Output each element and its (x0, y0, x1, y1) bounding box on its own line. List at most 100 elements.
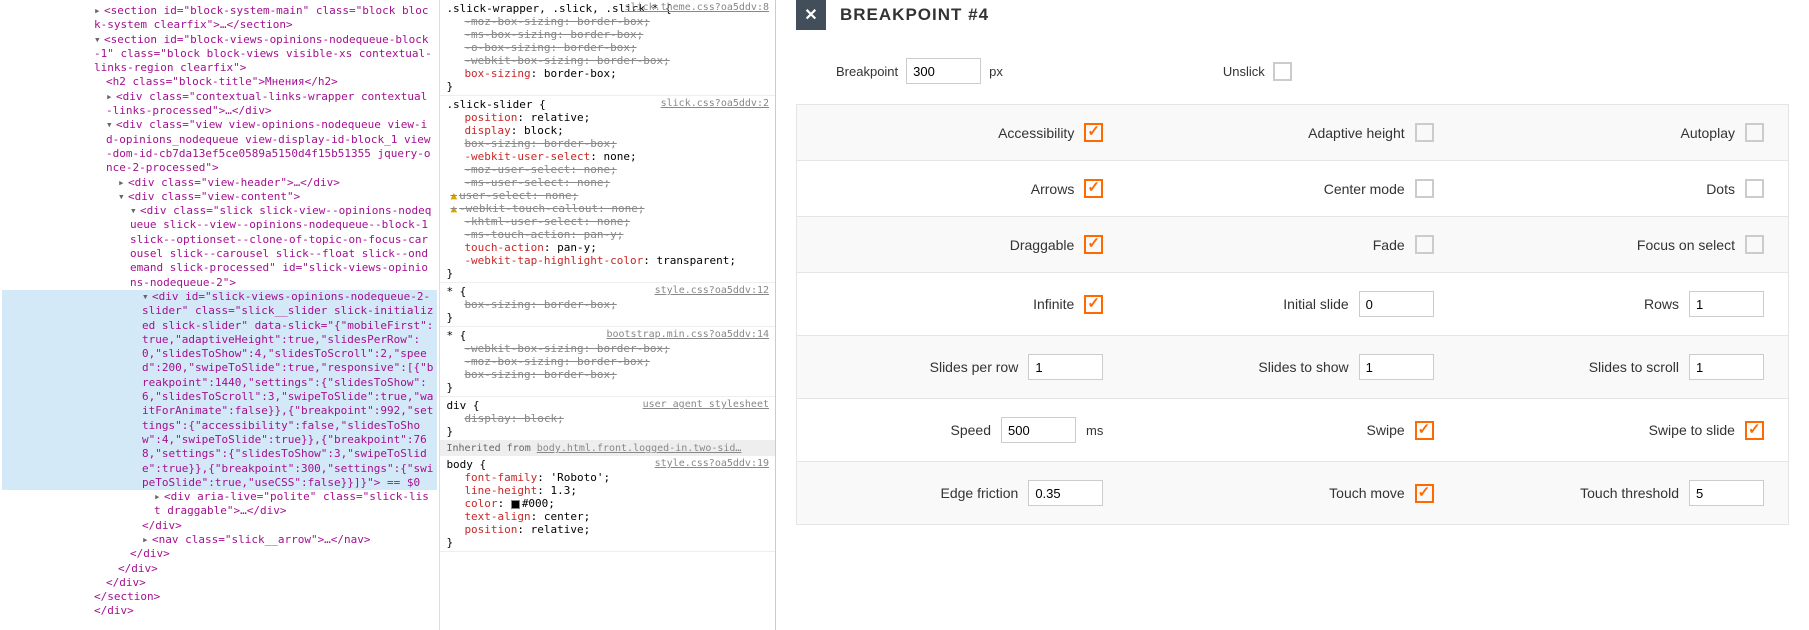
css-property[interactable]: box-sizing: border-box; (446, 137, 769, 150)
text-input[interactable] (1028, 480, 1103, 506)
devtools-panel: ▸<section id="block-system-main" class="… (0, 0, 776, 630)
dom-node[interactable]: ▾<div class="view view-opinions-nodequeu… (2, 118, 437, 175)
checkbox[interactable] (1415, 179, 1434, 198)
text-input[interactable] (1689, 480, 1764, 506)
checkbox[interactable] (1084, 179, 1103, 198)
css-property[interactable]: -webkit-box-sizing: border-box; (446, 54, 769, 67)
css-property[interactable]: font-family: 'Roboto'; (446, 471, 769, 484)
css-property[interactable]: touch-action: pan-y; (446, 241, 769, 254)
checkbox[interactable] (1745, 123, 1764, 142)
dom-node[interactable]: ▸<nav class="slick__arrow">…</nav> (2, 533, 437, 547)
css-rule[interactable]: .slick-wrapper, .slick, .slick * { slick… (440, 0, 775, 96)
checkbox[interactable] (1415, 484, 1434, 503)
breakpoint-label: Breakpoint (836, 64, 898, 79)
checkbox[interactable] (1745, 421, 1764, 440)
checkbox[interactable] (1745, 179, 1764, 198)
dom-node[interactable]: <h2 class="block-title">Мнения</h2> (2, 75, 437, 89)
css-rule[interactable]: body { style.css?oa5ddv:19font-family: '… (440, 456, 775, 552)
settings-cell: Speedms (797, 399, 1127, 461)
css-property[interactable]: display: block; (446, 124, 769, 137)
css-property[interactable]: -webkit-user-select: none; (446, 150, 769, 163)
css-property[interactable]: text-align: center; (446, 510, 769, 523)
css-property[interactable]: box-sizing: border-box; (446, 298, 769, 311)
css-rule[interactable]: .slick-slider { slick.css?oa5ddv:2positi… (440, 96, 775, 283)
dom-node[interactable]: </div> (2, 519, 437, 533)
unit-px: px (989, 64, 1003, 79)
field-label: Initial slide (1283, 296, 1348, 312)
css-source-link[interactable]: style.css?oa5ddv:12 (655, 285, 769, 296)
css-property[interactable]: ▲-webkit-touch-callout: none; (446, 202, 769, 215)
css-property[interactable]: position: relative; (446, 523, 769, 536)
color-swatch[interactable] (511, 500, 520, 509)
unslick-label: Unslick (1223, 64, 1265, 79)
dom-node[interactable]: ▾<div class="slick slick-view--opinions-… (2, 204, 437, 290)
dom-node[interactable]: </section> (2, 590, 437, 604)
checkbox[interactable] (1084, 295, 1103, 314)
checkbox[interactable] (1745, 235, 1764, 254)
css-property[interactable]: -ms-user-select: none; (446, 176, 769, 189)
text-input[interactable] (1028, 354, 1103, 380)
css-property[interactable]: -o-box-sizing: border-box; (446, 41, 769, 54)
settings-cell: Infinite (797, 273, 1127, 335)
text-input[interactable] (1001, 417, 1076, 443)
css-source-link[interactable]: user agent stylesheet (643, 399, 769, 410)
checkbox[interactable] (1084, 123, 1103, 142)
close-icon[interactable]: ✕ (796, 0, 826, 30)
css-property[interactable]: -ms-box-sizing: border-box; (446, 28, 769, 41)
checkbox[interactable] (1415, 123, 1434, 142)
css-property[interactable]: -khtml-user-select: none; (446, 215, 769, 228)
text-input[interactable] (1359, 354, 1434, 380)
css-property[interactable]: -moz-user-select: none; (446, 163, 769, 176)
css-rule[interactable]: div { user agent stylesheetdisplay: bloc… (440, 397, 775, 441)
css-property[interactable]: box-sizing: border-box; (446, 67, 769, 80)
css-source-link[interactable]: style.css?oa5ddv:19 (655, 458, 769, 469)
dom-node-selected[interactable]: ▾<div id="slick-views-opinions-nodequeue… (2, 290, 437, 490)
css-property[interactable]: color: #000; (446, 497, 769, 510)
dom-node[interactable]: </div> (2, 547, 437, 561)
dom-node[interactable]: </div> (2, 576, 437, 590)
text-input[interactable] (1689, 354, 1764, 380)
dom-node[interactable]: ▾<section id="block-views-opinions-nodeq… (2, 33, 437, 76)
css-source-link[interactable]: slick.css?oa5ddv:2 (661, 98, 769, 109)
settings-cell: Arrows (797, 161, 1127, 216)
css-property[interactable]: position: relative; (446, 111, 769, 124)
settings-cell: Edge friction (797, 462, 1127, 524)
warning-icon: ▲ (450, 202, 457, 215)
css-property[interactable]: -webkit-tap-highlight-color: transparent… (446, 254, 769, 267)
styles-panel[interactable]: .slick-wrapper, .slick, .slick * { slick… (439, 0, 775, 630)
css-rule[interactable]: * { style.css?oa5ddv:12box-sizing: borde… (440, 283, 775, 327)
css-property[interactable]: line-height: 1.3; (446, 484, 769, 497)
css-property[interactable]: -ms-touch-action: pan-y; (446, 228, 769, 241)
css-source-link[interactable]: bootstrap.min.css?oa5ddv:14 (606, 329, 769, 340)
dom-node[interactable]: ▸<div aria-live="polite" class="slick-li… (2, 490, 437, 519)
field-label: Swipe to slide (1649, 422, 1735, 438)
checkbox[interactable] (1415, 421, 1434, 440)
css-property[interactable]: display: block; (446, 412, 769, 425)
elements-tree[interactable]: ▸<section id="block-system-main" class="… (0, 0, 439, 630)
breakpoint-input[interactable] (906, 58, 981, 84)
dom-node[interactable]: ▸<div class="contextual-links-wrapper co… (2, 90, 437, 119)
unslick-field: Unslick (1223, 62, 1292, 81)
inherited-link[interactable]: body.html.front.logged-in.two-sid… (537, 443, 742, 454)
css-property[interactable]: -moz-box-sizing: border-box; (446, 15, 769, 28)
text-input[interactable] (1359, 291, 1434, 317)
unslick-checkbox[interactable] (1273, 62, 1292, 81)
dom-node[interactable]: ▸<section id="block-system-main" class="… (2, 4, 437, 33)
settings-cell: Touch move (1127, 462, 1457, 524)
css-source-link[interactable]: slick.theme.css?oa5ddv:8 (625, 2, 770, 13)
css-property[interactable]: box-sizing: border-box; (446, 368, 769, 381)
text-input[interactable] (1689, 291, 1764, 317)
field-label: Touch move (1329, 485, 1404, 501)
dom-node[interactable]: ▸<div class="view-header">…</div> (2, 176, 437, 190)
css-property[interactable]: -webkit-box-sizing: border-box; (446, 342, 769, 355)
dom-node[interactable]: </div> (2, 604, 437, 618)
css-property[interactable]: -moz-box-sizing: border-box; (446, 355, 769, 368)
css-rule[interactable]: * { bootstrap.min.css?oa5ddv:14-webkit-b… (440, 327, 775, 397)
checkbox[interactable] (1084, 235, 1103, 254)
settings-cell: Draggable (797, 217, 1127, 272)
settings-row: SpeedmsSwipeSwipe to slide (797, 399, 1788, 462)
dom-node[interactable]: </div> (2, 562, 437, 576)
checkbox[interactable] (1415, 235, 1434, 254)
css-property[interactable]: ▲user-select: none; (446, 189, 769, 202)
dom-node[interactable]: ▾<div class="view-content"> (2, 190, 437, 204)
